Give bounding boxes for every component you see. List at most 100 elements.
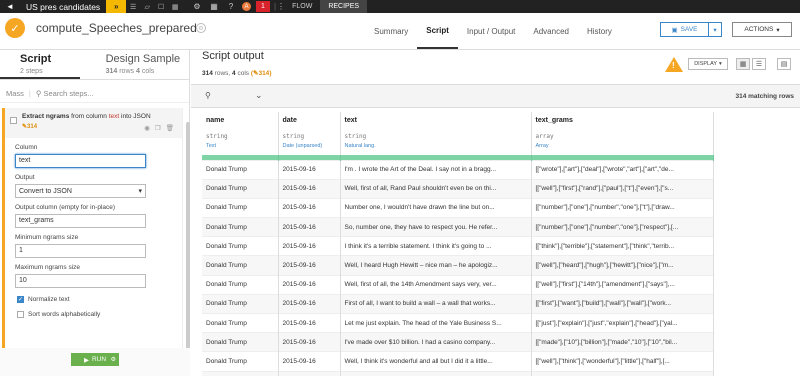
database-icon[interactable]: ▱	[140, 3, 154, 11]
recipe-name[interactable]: compute_Speeches_prepared	[36, 21, 197, 35]
grid-menu-icon[interactable]: ▦	[208, 2, 220, 11]
output-select[interactable]: Convert to JSON ▾	[15, 184, 146, 198]
table-row[interactable]: Donald Trump 2015-09-16 I've made over $10…	[202, 332, 714, 352]
table-cell[interactable]: [["well"],["think"],["wonderful"],["litt…	[531, 351, 714, 372]
list-view-icon[interactable]: ☰	[752, 58, 766, 70]
table-cell[interactable]: 2015-09-16	[278, 197, 341, 218]
apps-menu-icon[interactable]: ⋮	[275, 2, 287, 11]
table-cell[interactable]: Donald Trump	[202, 274, 279, 295]
table-cell[interactable]: Well, I heard Hugh Hewitt – nice man – h…	[340, 255, 532, 276]
table-cell[interactable]: Donald Trump	[202, 332, 279, 352]
table-cell[interactable]: [["well"],["first"],["14th"],["amendment…	[531, 274, 714, 295]
step-header[interactable]: Extract ngrams from column text into JSO…	[5, 108, 182, 138]
steps-scrollbar[interactable]	[186, 122, 190, 354]
notebook-icon[interactable]: ☐	[154, 3, 168, 11]
table-cell[interactable]: I understand and I'm meeting with people…	[340, 370, 532, 376]
column-header-text[interactable]: text	[340, 112, 532, 128]
run-button[interactable]: ▶ RUN ⚙	[71, 353, 119, 366]
flow-jump-icon[interactable]: »	[106, 0, 127, 13]
step-enable-checkbox[interactable]	[10, 117, 17, 124]
table-cell[interactable]: [["well"],["heard"],["hugh"],["hewitt"],…	[531, 255, 714, 276]
column-header-text-grams[interactable]: text_grams	[531, 112, 714, 128]
tab-script[interactable]: Script	[417, 13, 458, 49]
dashboard-icon[interactable]: ▦	[168, 3, 182, 11]
column-meaning[interactable]: Date (unparsed)	[278, 141, 341, 151]
tab-summary[interactable]: Summary	[365, 13, 417, 49]
notification-badge[interactable]: 1	[256, 1, 270, 12]
table-row[interactable]: Donald Trump 2015-09-16 I'm . I wrote the …	[202, 159, 714, 180]
table-row[interactable]: Donald Trump 2015-09-16 First of all, I wa…	[202, 293, 714, 314]
column-meaning[interactable]: Array	[531, 141, 714, 151]
table-cell[interactable]: [["first"],["want"],["build"],["wall"],[…	[531, 293, 714, 314]
trash-icon[interactable]: 🗑	[166, 124, 174, 132]
table-cell[interactable]: 2015-09-16	[278, 370, 341, 376]
table-cell[interactable]: [["well"],["first"],["rand"],["paul"],["…	[531, 178, 714, 199]
table-row[interactable]: Donald Trump 2015-09-16 Number one, I woul…	[202, 197, 714, 218]
table-row[interactable]: Donald Trump 2015-09-16 Well, first of all…	[202, 178, 714, 199]
table-cell[interactable]: Donald Trump	[202, 370, 279, 376]
column-header-name[interactable]: name	[202, 112, 279, 128]
table-cell[interactable]: Donald Trump	[202, 293, 279, 314]
table-cell[interactable]: 2015-09-16	[278, 159, 341, 180]
table-row[interactable]: Donald Trump 2015-09-16 I think it's a ter…	[202, 236, 714, 256]
table-cell[interactable]: Donald Trump	[202, 178, 279, 199]
datasets-icon[interactable]: ☰	[126, 3, 140, 11]
table-cell[interactable]: [["understand"],["meeting"],["people"],[…	[531, 370, 714, 376]
table-cell[interactable]: Donald Trump	[202, 236, 279, 256]
table-cell[interactable]: [["number"],["one"],["number","one"],["t…	[531, 197, 714, 218]
table-row[interactable]: Donald Trump2015-09-16I understand and I…	[202, 370, 714, 376]
tab-advanced[interactable]: Advanced	[524, 13, 578, 49]
column-header-date[interactable]: date	[278, 112, 341, 128]
gear-icon[interactable]: ⚙	[191, 2, 203, 11]
table-cell[interactable]: 2015-09-16	[278, 236, 341, 256]
table-row[interactable]: Donald Trump 2015-09-16 So, number one, th…	[202, 217, 714, 237]
save-button[interactable]: ▣ SAVE	[661, 23, 708, 36]
table-cell[interactable]: [["just"],["explain"],["just","explain"]…	[531, 312, 714, 333]
table-cell[interactable]: [["think"],["terrible"],["statement"],["…	[531, 236, 714, 256]
table-row[interactable]: Donald Trump 2015-09-16 Well, I heard Hugh…	[202, 255, 714, 276]
table-row[interactable]: Donald Trump 2015-09-16 Well, I think it's…	[202, 351, 714, 372]
table-view-icon[interactable]: ▦	[736, 58, 750, 70]
mass-actions-label[interactable]: Mass	[6, 89, 24, 98]
normalize-text-checkbox[interactable]: ✓	[17, 296, 24, 303]
save-dropdown-icon[interactable]: ▾	[708, 23, 721, 36]
column-input[interactable]: text	[15, 154, 146, 168]
table-cell[interactable]: First of all, I want to build a wall – a…	[340, 293, 532, 314]
table-cell[interactable]: [["number"],["one"],["number","one"],["r…	[531, 217, 714, 237]
column-meaning[interactable]: Natural lang.	[340, 141, 532, 151]
sort-words-checkbox[interactable]	[17, 311, 24, 318]
search-input[interactable]: Search steps...	[43, 89, 93, 98]
actions-button[interactable]: ACTIONS ▾	[732, 22, 792, 37]
output-column-input[interactable]: text_grams	[15, 214, 146, 228]
home-logo-icon[interactable]: ◄	[0, 0, 20, 13]
table-cell[interactable]: 2015-09-16	[278, 351, 341, 372]
table-cell[interactable]: I think it's a terrible statement. I thi…	[340, 236, 532, 256]
table-cell[interactable]: Donald Trump	[202, 312, 279, 333]
table-cell[interactable]: I'm . I wrote the Art of the Deal. I say…	[340, 159, 532, 180]
tab-script-steps[interactable]: Script 2 steps	[0, 50, 80, 79]
table-cell[interactable]: 2015-09-16	[278, 332, 341, 352]
table-cell[interactable]: 2015-09-16	[278, 255, 341, 276]
table-cell[interactable]: Donald Trump	[202, 197, 279, 218]
tab-input-output[interactable]: Input / Output	[458, 13, 524, 49]
project-name[interactable]: US pres candidates	[20, 2, 106, 12]
table-cell[interactable]: 2015-09-16	[278, 312, 341, 333]
copy-icon[interactable]: ❐	[155, 124, 161, 132]
tab-history[interactable]: History	[578, 13, 621, 49]
chart-view-icon[interactable]: ▤	[777, 58, 791, 70]
eye-icon[interactable]: ◉	[144, 124, 150, 132]
recipe-settings-icon[interactable]: ⚙	[196, 23, 206, 33]
table-row[interactable]: Donald Trump 2015-09-16 Let me just explai…	[202, 312, 714, 333]
help-icon[interactable]: ?	[225, 2, 237, 11]
max-ngrams-input[interactable]: 10	[15, 274, 146, 288]
table-cell[interactable]: Well, first of all, the 14th Amendment s…	[340, 274, 532, 295]
table-cell[interactable]: Well, first of all, Rand Paul shouldn't …	[340, 178, 532, 199]
table-cell[interactable]: Donald Trump	[202, 351, 279, 372]
table-cell[interactable]: Let me just explain. The head of the Yal…	[340, 312, 532, 333]
column-meaning[interactable]: Text	[202, 141, 279, 151]
table-cell[interactable]: 2015-09-16	[278, 274, 341, 295]
min-ngrams-input[interactable]: 1	[15, 244, 146, 258]
chevron-down-icon[interactable]: ⌄	[255, 90, 263, 101]
table-cell[interactable]: 2015-09-16	[278, 178, 341, 199]
table-row[interactable]: Donald Trump 2015-09-16 Well, first of all…	[202, 274, 714, 295]
